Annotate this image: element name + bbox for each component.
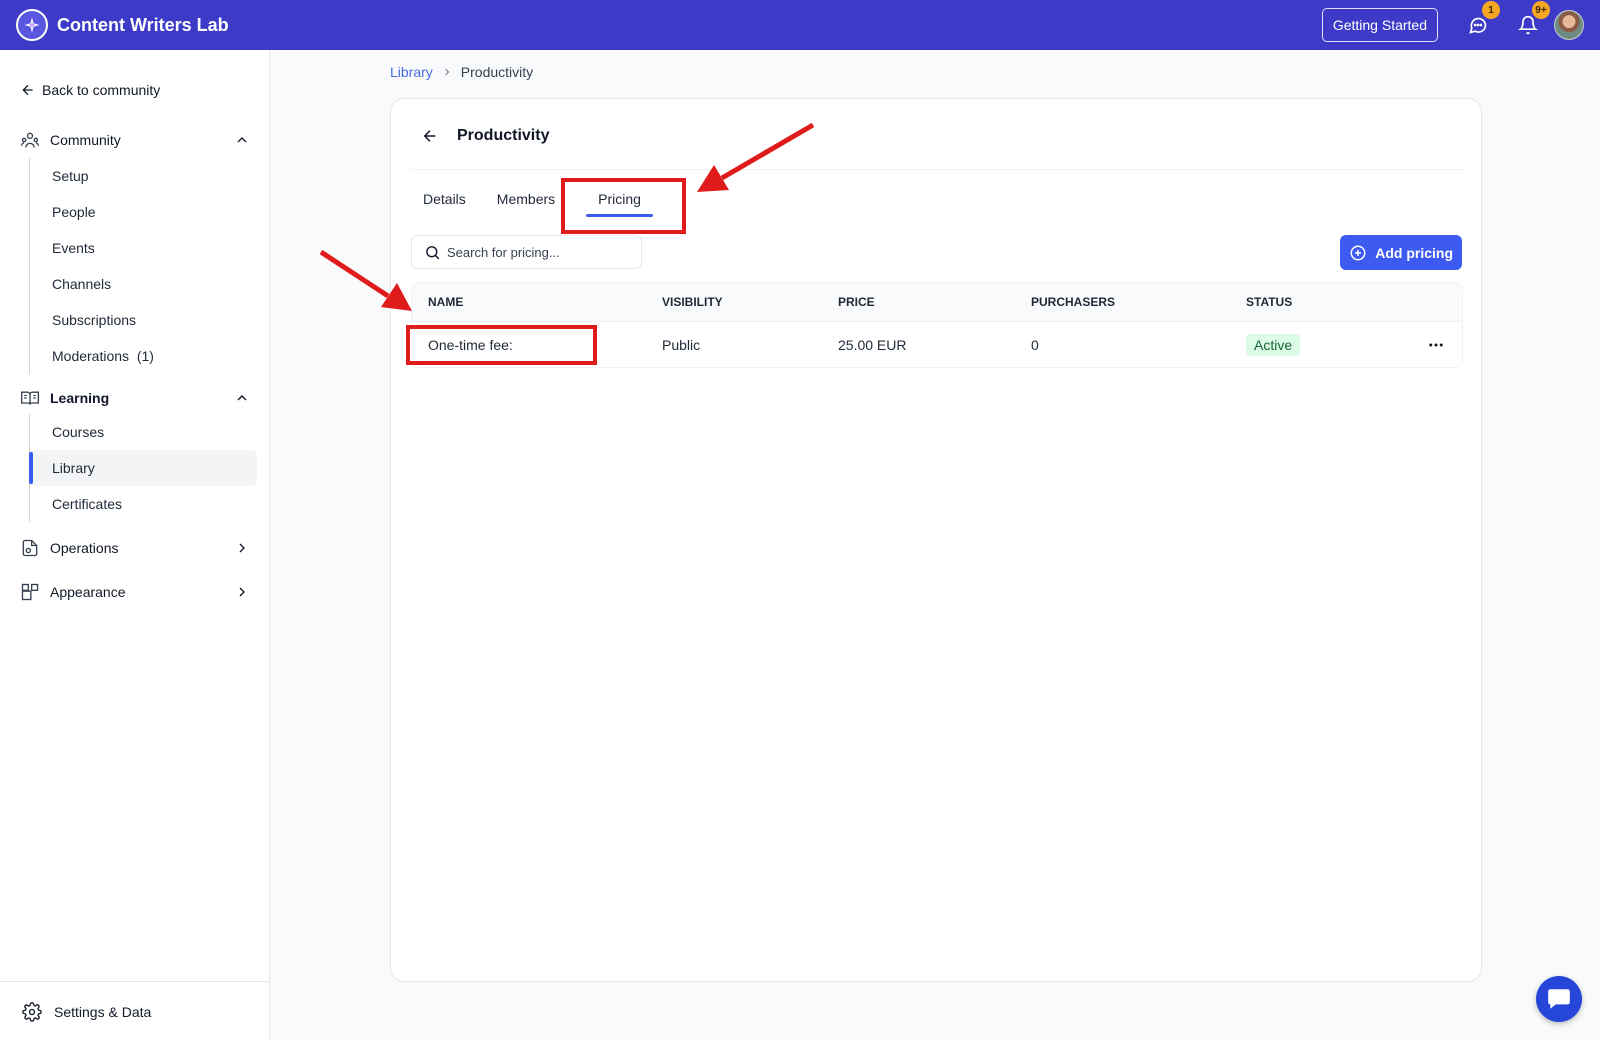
sidebar-item-setup[interactable]: Setup — [30, 158, 257, 194]
column-name: NAME — [428, 295, 464, 309]
settings-data-label: Settings & Data — [54, 1003, 152, 1020]
column-status: STATUS — [1246, 295, 1293, 309]
chevron-right-icon[interactable] — [234, 540, 250, 556]
sidebar-item-subscriptions[interactable]: Subscriptions — [30, 302, 257, 338]
arrow-left-icon — [22, 84, 33, 96]
back-arrow-icon[interactable] — [421, 127, 439, 145]
chevron-right-icon — [441, 66, 453, 78]
chevron-right-icon[interactable] — [234, 584, 250, 600]
community-logo-icon[interactable] — [16, 9, 48, 41]
plus-circle-icon — [1350, 245, 1366, 260]
sidebar-item-people[interactable]: People — [30, 194, 257, 230]
appearance-icon — [20, 582, 40, 602]
operations-icon — [20, 538, 40, 558]
table-header: NAME VISIBILITY PRICE PURCHASERS STATUS — [412, 283, 1462, 321]
back-to-community-label: Back to community — [42, 82, 161, 98]
sidebar-item-certificates[interactable]: Certificates — [30, 486, 257, 522]
breadcrumb-current: Productivity — [460, 64, 534, 80]
sidebar-section-operations[interactable]: Operations — [20, 538, 250, 558]
page-title: Productivity — [457, 127, 550, 144]
status-badge: Active — [1246, 333, 1301, 356]
sidebar-item-courses[interactable]: Courses — [30, 414, 257, 450]
messages-badge: 1 — [1482, 1, 1500, 19]
annotation-box-pricing-tab — [561, 178, 686, 234]
card-header: Productivity — [421, 127, 549, 145]
learning-label: Learning — [50, 390, 110, 406]
community-label: Community — [50, 132, 121, 148]
annotation-box-pricing-name — [406, 325, 597, 365]
search-icon — [426, 245, 440, 259]
notifications-badge: 9+ — [1532, 1, 1550, 19]
pricing-purchasers: 0 — [1031, 336, 1039, 353]
column-price: PRICE — [838, 295, 875, 309]
sidebar-item-events[interactable]: Events — [30, 230, 257, 266]
chevron-up-icon[interactable] — [234, 132, 250, 148]
getting-started-button[interactable]: Getting Started — [1321, 8, 1438, 42]
top-bar: Content Writers Lab Getting Started 1 9+ — [0, 0, 1600, 50]
settings-data-link[interactable]: Settings & Data — [0, 981, 269, 1041]
tab-details[interactable]: Details — [423, 181, 466, 217]
appearance-label: Appearance — [50, 584, 126, 600]
breadcrumb: Library Productivity — [390, 64, 533, 80]
breadcrumb-library-link[interactable]: Library — [390, 64, 433, 80]
messages-button[interactable]: 1 — [1466, 1, 1500, 37]
community-sublist: Setup People Events Channels Subscriptio… — [29, 158, 257, 374]
chat-icon — [1548, 989, 1570, 1009]
book-open-icon — [20, 388, 40, 408]
brand-name[interactable]: Content Writers Lab — [57, 15, 229, 36]
sidebar: Back to community Community Setup People… — [0, 50, 270, 1041]
user-avatar[interactable] — [1554, 10, 1584, 40]
column-visibility: VISIBILITY — [662, 295, 723, 309]
pricing-visibility: Public — [662, 336, 701, 353]
back-to-community-link[interactable]: Back to community — [20, 82, 160, 98]
support-chat-button[interactable] — [1536, 976, 1582, 1022]
bell-icon — [1518, 15, 1538, 35]
sidebar-item-moderations[interactable]: Moderations (1) — [30, 338, 257, 374]
community-icon — [20, 130, 40, 150]
search-input[interactable] — [447, 244, 627, 260]
sidebar-section-community[interactable]: Community — [20, 130, 250, 150]
notifications-button[interactable]: 9+ — [1516, 1, 1550, 37]
add-pricing-label: Add pricing — [1375, 244, 1453, 261]
sidebar-item-library[interactable]: Library — [29, 450, 257, 486]
pricing-price: 25.00 EUR — [838, 336, 907, 353]
sidebar-section-appearance[interactable]: Appearance — [20, 582, 250, 602]
more-options-icon[interactable] — [1424, 333, 1448, 357]
library-item-card: Productivity Details Members Pricing Add… — [390, 98, 1482, 982]
pricing-search[interactable] — [411, 235, 642, 269]
sidebar-item-channels[interactable]: Channels — [30, 266, 257, 302]
divider — [411, 169, 1463, 170]
learning-sublist: Courses Library Certificates — [29, 414, 257, 522]
operations-label: Operations — [50, 540, 119, 556]
column-purchasers: PURCHASERS — [1031, 295, 1116, 309]
sidebar-section-learning[interactable]: Learning — [20, 388, 250, 408]
tab-members[interactable]: Members — [497, 181, 555, 217]
chevron-up-icon[interactable] — [234, 390, 250, 406]
gear-icon — [22, 1001, 42, 1022]
add-pricing-button[interactable]: Add pricing — [1340, 235, 1462, 270]
chat-bubble-icon — [1469, 17, 1487, 34]
